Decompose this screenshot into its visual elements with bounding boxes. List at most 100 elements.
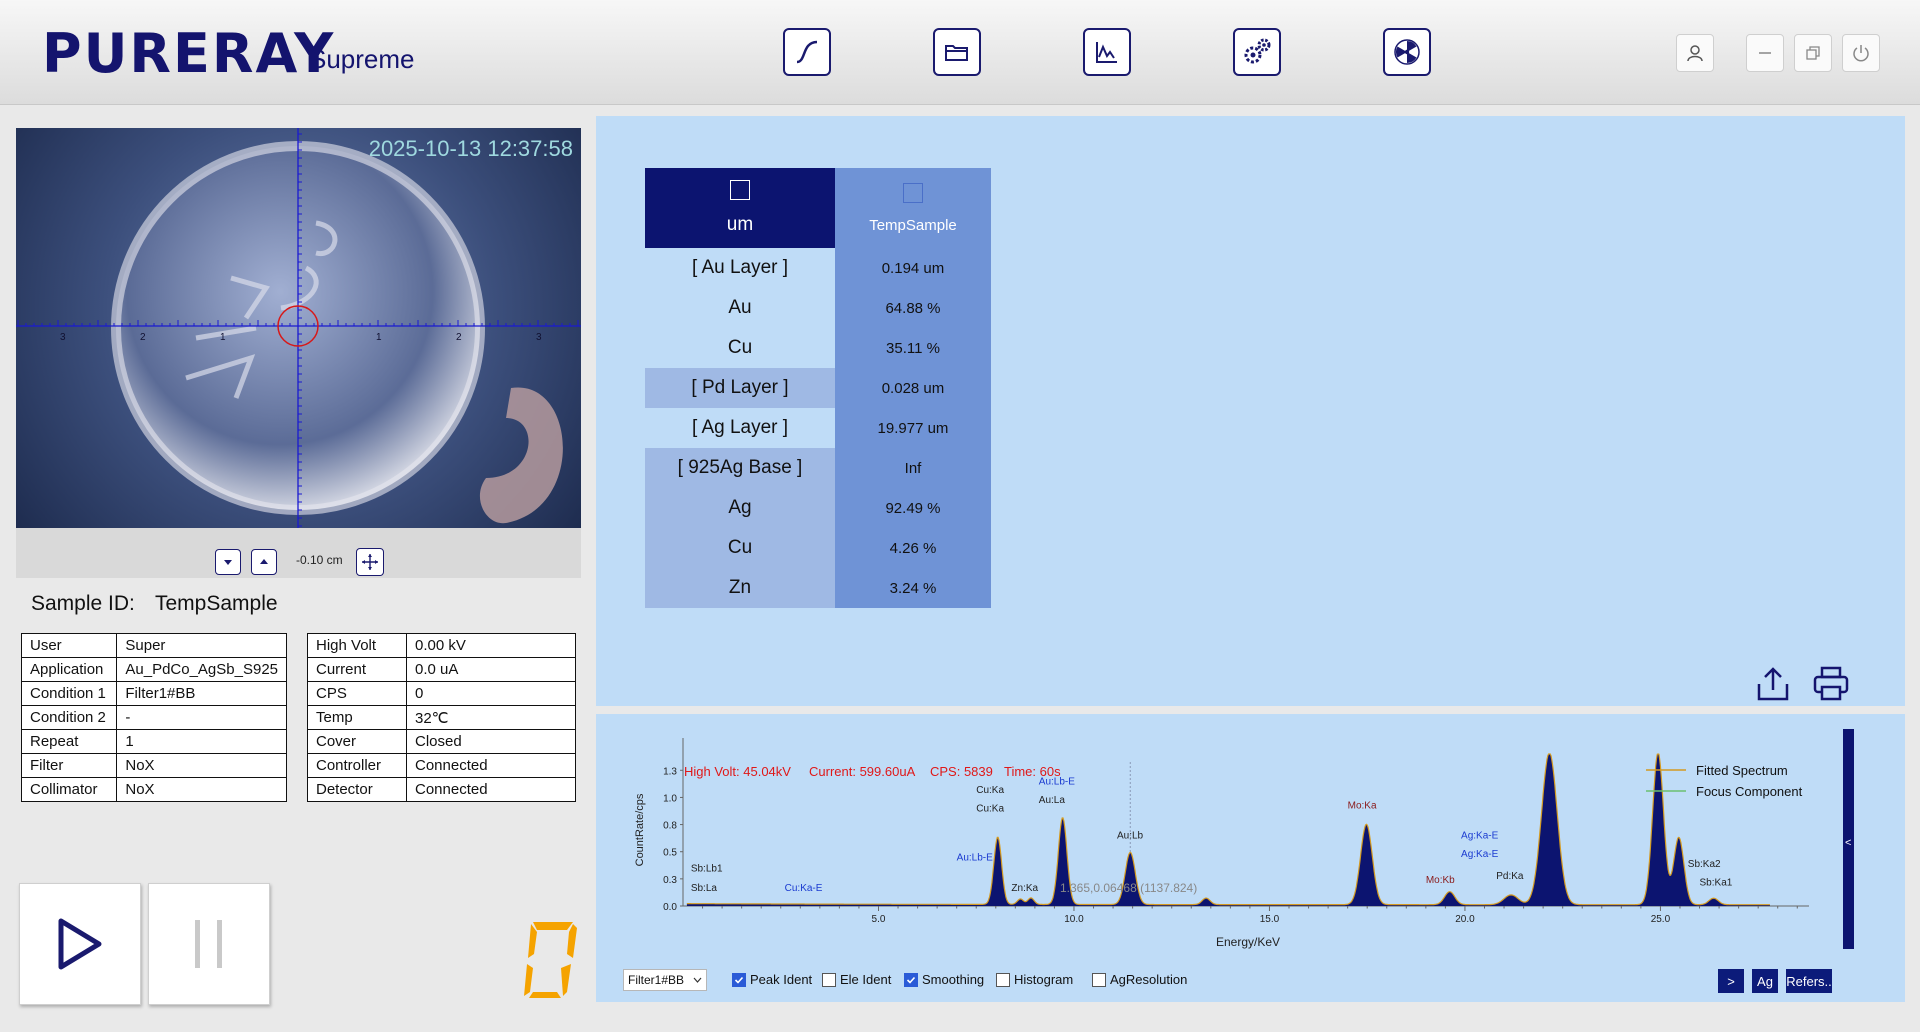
info-value: Au_PdCo_AgSb_S925: [116, 657, 287, 682]
result-value: 3.24 %: [835, 568, 991, 608]
settings-button[interactable]: [1233, 28, 1281, 76]
peak-label: Cu:Ka: [976, 804, 1004, 815]
checkbox[interactable]: [996, 972, 1010, 987]
results-row[interactable]: Zn 3.24 %: [645, 568, 991, 608]
result-item: Ag: [645, 488, 835, 528]
center-stage-button[interactable]: [356, 548, 384, 576]
move-up-button[interactable]: [251, 549, 277, 575]
x-axis-label: Energy/KeV: [1216, 935, 1280, 949]
info-value: -: [116, 705, 287, 730]
radiation-button[interactable]: [1383, 28, 1431, 76]
results-row[interactable]: Cu 4.26 %: [645, 528, 991, 568]
info-table-right: High Volt 0.00 kV Current 0.0 uA CPS 0 Temp 32℃…: [307, 633, 576, 802]
info-key: User: [20, 633, 118, 658]
measure-counter: 0: [521, 920, 579, 1002]
references-button[interactable]: Refers..: [1786, 969, 1832, 993]
unit-header: um: [726, 214, 754, 235]
info-key: Condition 1: [20, 681, 118, 706]
camera-view[interactable]: 3 2 1 1 2 3 2025-10-13 12:37:58: [16, 128, 581, 528]
filter-select[interactable]: Filter1#BB: [623, 969, 707, 991]
minimize-button[interactable]: [1746, 34, 1784, 72]
result-item: Cu: [645, 528, 835, 568]
option-smoothing[interactable]: Smoothing: [904, 972, 996, 987]
select-all-checkbox[interactable]: [730, 180, 750, 200]
power-icon: [1853, 45, 1869, 62]
curve-icon: [796, 40, 818, 64]
result-value: 0.028 um: [835, 368, 991, 408]
open-folder-button[interactable]: [933, 28, 981, 76]
info-value: Super: [116, 633, 287, 658]
checkbox[interactable]: [822, 972, 836, 987]
sample-checkbox[interactable]: [903, 182, 923, 203]
ruler-label: 3: [536, 332, 542, 343]
ruler-label: 2: [456, 332, 462, 343]
gears-icon: [1244, 38, 1271, 64]
results-row[interactable]: [ Pd Layer ] 0.028 um: [645, 368, 991, 408]
result-value: 64.88 %: [835, 288, 991, 328]
results-row[interactable]: [ Au Layer ] 0.194 um: [645, 248, 991, 288]
info-key: Application: [20, 657, 118, 682]
info-key: High Volt: [307, 633, 407, 658]
option-histogram[interactable]: Histogram: [996, 972, 1092, 987]
result-item: [ 925Ag Base ]: [645, 448, 835, 488]
sample-header: TempSample: [869, 216, 957, 234]
chevron-up-icon: [260, 559, 268, 564]
checkbox[interactable]: [732, 972, 746, 987]
element-ag-button[interactable]: Ag: [1752, 969, 1778, 993]
y-tick-label: 0.0: [663, 902, 677, 913]
start-button[interactable]: [19, 883, 141, 1005]
result-value: 0.194 um: [835, 248, 991, 288]
info-row: Condition 1 Filter1#BB: [20, 681, 287, 706]
checkbox[interactable]: [904, 972, 918, 987]
curve-tool-button[interactable]: [783, 28, 831, 76]
option-agresolution[interactable]: AgResolution: [1092, 972, 1202, 987]
peak-label: Mo:Ka: [1348, 800, 1377, 811]
move-down-button[interactable]: [215, 549, 241, 575]
results-row[interactable]: [ Ag Layer ] 19.977 um: [645, 408, 991, 448]
minimize-icon: [1759, 52, 1771, 54]
info-value: 32℃: [406, 705, 576, 730]
high-volt-status: High Volt: 45.04kV: [684, 764, 791, 779]
legend-focus-component: Focus Component: [1696, 784, 1803, 799]
peak-label: Sb:Lb1: [691, 863, 723, 874]
cps-status: CPS: 5839: [930, 764, 993, 779]
option-ele-ident[interactable]: Ele Ident: [822, 972, 904, 987]
peak-label: Sb:Ka1: [1700, 877, 1733, 888]
result-value: 35.11 %: [835, 328, 991, 368]
result-item: Zn: [645, 568, 835, 608]
results-row[interactable]: Au 64.88 %: [645, 288, 991, 328]
peak-label: Ag:Ka-E: [1461, 849, 1499, 860]
next-button[interactable]: >: [1718, 969, 1744, 993]
power-button[interactable]: [1842, 34, 1880, 72]
checkbox-label: AgResolution: [1110, 972, 1188, 987]
x-tick-label: 15.0: [1260, 914, 1280, 925]
move-arrows-icon: [362, 554, 378, 570]
info-key: Cover: [307, 729, 407, 754]
results-row[interactable]: Cu 35.11 %: [645, 328, 991, 368]
user-button[interactable]: [1676, 34, 1714, 72]
results-row[interactable]: [ 925Ag Base ] Inf: [645, 448, 991, 488]
printer-icon: [1813, 666, 1849, 701]
info-value: 0.0 uA: [406, 657, 576, 682]
result-item: [ Au Layer ]: [645, 248, 835, 288]
ruler-label: 3: [60, 332, 66, 343]
checkbox-label: Smoothing: [922, 972, 985, 987]
result-value: 4.26 %: [835, 528, 991, 568]
export-button[interactable]: [1756, 666, 1790, 707]
checkbox[interactable]: [1092, 972, 1106, 987]
restore-button[interactable]: [1794, 34, 1832, 72]
y-tick-label: 1.0: [663, 793, 677, 804]
checkbox-label: Ele Ident: [840, 972, 892, 987]
sample-header-cell: TempSample: [835, 168, 991, 248]
folder-icon: [945, 45, 968, 61]
spectrum-chart[interactable]: 0.0 0.3 0.5 0.8 1.0 1.3 5.0 10.0 15.0 20.0 25.0 S…: [596, 714, 1905, 954]
peak-label: Ag:Ka-E: [1461, 831, 1499, 842]
print-button[interactable]: [1812, 666, 1850, 707]
side-tab-arrow: <: [1845, 837, 1851, 849]
legend-fitted-spectrum: Fitted Spectrum: [1696, 763, 1788, 778]
spectrum-button[interactable]: [1083, 28, 1131, 76]
pause-button[interactable]: [148, 883, 270, 1005]
option-peak-ident[interactable]: Peak Ident: [732, 972, 822, 987]
results-row[interactable]: Ag 92.49 %: [645, 488, 991, 528]
status-line: High Volt: 45.04kV Current: 599.60uA CPS…: [684, 764, 1061, 779]
